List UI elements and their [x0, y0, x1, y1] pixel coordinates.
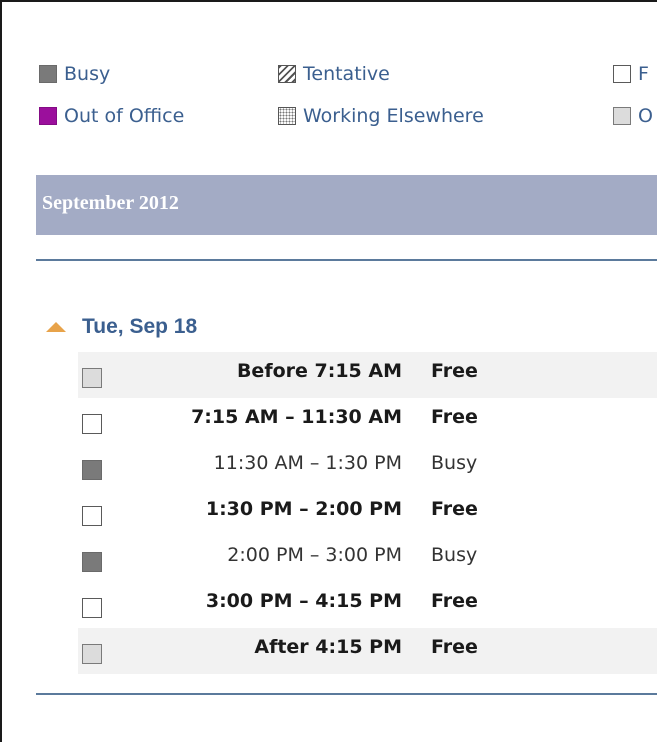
slot-status: Free — [431, 590, 478, 612]
time-slot-row: 2:00 PM – 3:00 PM Busy — [78, 536, 657, 582]
legend-tentative: Tentative — [278, 63, 390, 85]
collapse-arrow-icon[interactable] — [46, 322, 66, 332]
legend-other-label: O — [638, 105, 653, 127]
slot-time: 11:30 AM – 1:30 PM — [213, 452, 402, 474]
legend-busy: Busy — [39, 63, 110, 85]
free-slot-swatch-icon — [82, 598, 102, 618]
busy-swatch-icon — [39, 65, 57, 83]
time-slot-row: 1:30 PM – 2:00 PM Free — [78, 490, 657, 536]
legend-other: O — [613, 105, 653, 127]
busy-slot-swatch-icon — [82, 460, 102, 480]
free-swatch-icon — [613, 65, 631, 83]
slot-status: Free — [431, 406, 478, 428]
working-elsewhere-swatch-icon — [278, 107, 296, 125]
slot-time: Before 7:15 AM — [236, 360, 402, 382]
day-header[interactable]: Tue, Sep 18 — [46, 315, 197, 339]
busy-slot-swatch-icon — [82, 552, 102, 572]
legend-working-elsewhere-label: Working Elsewhere — [303, 105, 484, 127]
legend-out-of-office: Out of Office — [39, 105, 184, 127]
legend-busy-label: Busy — [64, 63, 111, 85]
slot-status: Free — [431, 360, 478, 382]
slot-status: Free — [431, 498, 478, 520]
free-slot-swatch-icon — [82, 368, 102, 388]
other-swatch-icon — [613, 107, 631, 125]
legend-tentative-label: Tentative — [303, 63, 390, 85]
time-slot-row: 11:30 AM – 1:30 PM Busy — [78, 444, 657, 490]
time-slot-row: Before 7:15 AM Free — [78, 352, 657, 398]
time-slot-row: 7:15 AM – 11:30 AM Free — [78, 398, 657, 444]
legend-free: F — [613, 63, 649, 85]
slot-status: Free — [431, 636, 478, 658]
slot-status: Busy — [431, 544, 478, 566]
time-slot-row: 3:00 PM – 4:15 PM Free — [78, 582, 657, 628]
calendar-window: Busy Tentative F Out of Office Working E… — [0, 0, 657, 742]
slot-time: 7:15 AM – 11:30 AM — [191, 406, 402, 428]
free-slot-swatch-icon — [82, 414, 102, 434]
out-of-office-swatch-icon — [39, 107, 57, 125]
tentative-swatch-icon — [278, 65, 296, 83]
month-title: September 2012 — [42, 192, 179, 214]
legend-out-of-office-label: Out of Office — [64, 105, 185, 127]
legend-working-elsewhere: Working Elsewhere — [278, 105, 484, 127]
free-slot-swatch-icon — [82, 506, 102, 526]
month-banner: September 2012 — [36, 175, 657, 235]
month-divider — [36, 259, 657, 261]
free-slot-swatch-icon — [82, 644, 102, 664]
slot-status: Busy — [431, 452, 478, 474]
day-divider — [36, 693, 657, 695]
time-slot-list: Before 7:15 AM Free 7:15 AM – 11:30 AM F… — [78, 352, 657, 674]
day-label: Tue, Sep 18 — [82, 315, 198, 338]
slot-time: 2:00 PM – 3:00 PM — [227, 544, 402, 566]
legend-free-label: F — [638, 63, 649, 85]
time-slot-row: After 4:15 PM Free — [78, 628, 657, 674]
slot-time: 1:30 PM – 2:00 PM — [205, 498, 402, 520]
slot-time: After 4:15 PM — [254, 636, 402, 658]
slot-time: 3:00 PM – 4:15 PM — [205, 590, 402, 612]
